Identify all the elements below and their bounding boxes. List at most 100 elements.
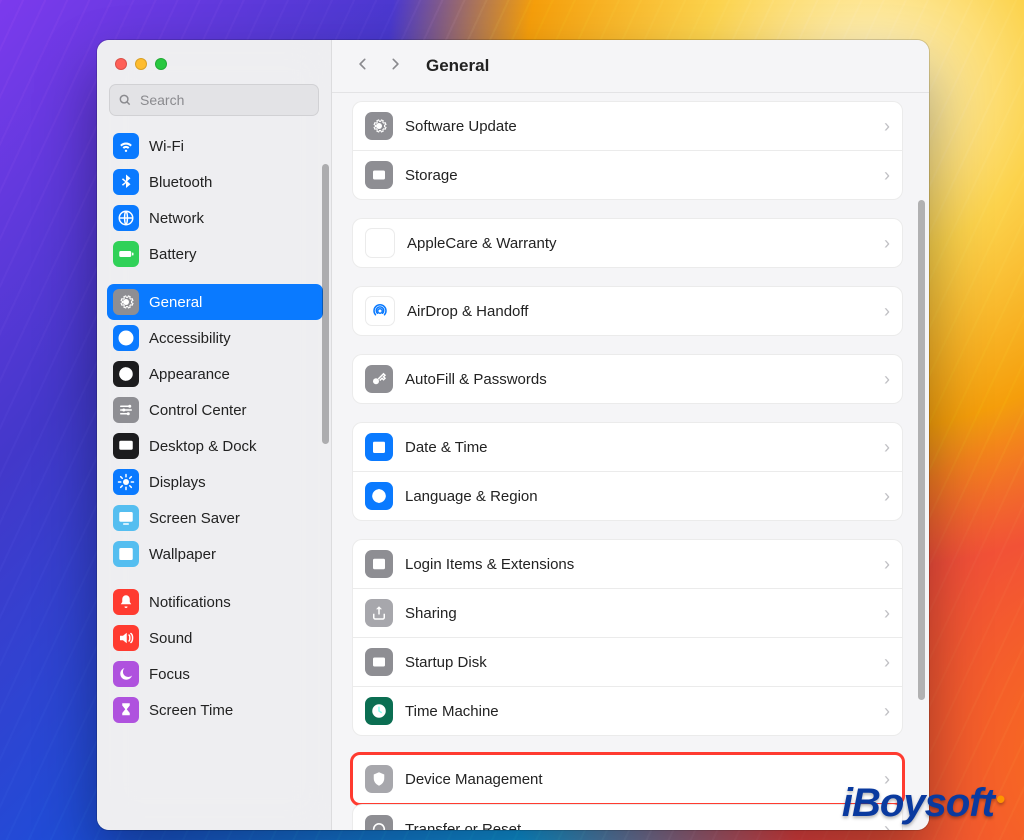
settings-group: AirDrop & Handoff› [352, 286, 903, 336]
sidebar-item-general[interactable]: General [107, 284, 323, 320]
sidebar-item-label: Bluetooth [149, 174, 212, 191]
settings-row-login-items[interactable]: Login Items & Extensions › [353, 540, 902, 588]
chevron-right-icon: › [884, 369, 890, 390]
sidebar-item-label: Battery [149, 246, 197, 263]
chevron-right-icon: › [884, 116, 890, 137]
sidebar-item-accessibility[interactable]: Accessibility [107, 320, 323, 356]
settings-row-label: Startup Disk [405, 654, 872, 671]
chevron-right-icon: › [884, 769, 890, 790]
window-controls [97, 40, 331, 84]
sidebar-item-label: Appearance [149, 366, 230, 383]
settings-row-label: Transfer or Reset [405, 821, 872, 831]
sidebar-item-battery[interactable]: Battery [107, 236, 323, 272]
clock-icon [365, 697, 393, 725]
search-input[interactable] [138, 91, 310, 109]
network-icon [113, 205, 139, 231]
settings-row-label: AirDrop & Handoff [407, 303, 872, 320]
settings-row-label: Device Management [405, 771, 872, 788]
sidebar-item-label: Accessibility [149, 330, 231, 347]
chevron-right-icon: › [884, 233, 890, 254]
settings-row-label: Language & Region [405, 488, 872, 505]
sidebar-item-wifi[interactable]: Wi-Fi [107, 128, 323, 164]
settings-row-label: Login Items & Extensions [405, 556, 872, 573]
sidebar-item-appearance[interactable]: Appearance [107, 356, 323, 392]
disk-icon [365, 648, 393, 676]
settings-group: AppleCare & Warranty› [352, 218, 903, 268]
settings-row-language-region[interactable]: Language & Region › [353, 471, 902, 520]
search-icon [118, 93, 132, 107]
sidebar-item-displays[interactable]: Displays [107, 464, 323, 500]
sidebar-list[interactable]: Wi-Fi Bluetooth Network Battery General Acces… [97, 124, 331, 830]
sidebar-item-screen-time[interactable]: Screen Time [107, 692, 323, 728]
sidebar-item-label: Control Center [149, 402, 247, 419]
battery-icon [113, 241, 139, 267]
sidebar-item-screen-saver[interactable]: Screen Saver [107, 500, 323, 536]
settings-group: Software Update›Storage› [352, 101, 903, 200]
settings-row-transfer-reset[interactable]: Transfer or Reset › [353, 805, 902, 830]
sidebar-item-sound[interactable]: Sound [107, 620, 323, 656]
settings-row-software-update[interactable]: Software Update› [353, 102, 902, 150]
settings-row-device-management[interactable]: Device Management › [353, 755, 902, 803]
minimize-window-button[interactable] [135, 58, 147, 70]
moon-icon [113, 661, 139, 687]
airdrop-icon [365, 296, 395, 326]
sidebar-scrollbar[interactable] [322, 164, 329, 444]
sidebar-item-label: Notifications [149, 594, 231, 611]
settings-group: Transfer or Reset › [352, 804, 903, 830]
settings-row-applecare[interactable]: AppleCare & Warranty› [353, 219, 902, 267]
content-area[interactable]: Software Update›Storage›AppleCare & Warr… [332, 93, 929, 830]
svg-text:20: 20 [375, 446, 383, 453]
sidebar-item-network[interactable]: Network [107, 200, 323, 236]
sidebar: Wi-Fi Bluetooth Network Battery General Acces… [97, 40, 332, 830]
sidebar-divider [107, 272, 323, 284]
bell-icon [113, 589, 139, 615]
system-settings-window: Wi-Fi Bluetooth Network Battery General Acces… [97, 40, 929, 830]
sidebar-item-bluetooth[interactable]: Bluetooth [107, 164, 323, 200]
search-field[interactable] [109, 84, 319, 116]
sliders-icon [113, 397, 139, 423]
settings-row-time-machine[interactable]: Time Machine› [353, 686, 902, 735]
wifi-icon [113, 133, 139, 159]
content-scrollbar[interactable] [918, 200, 925, 700]
sidebar-item-desktop-dock[interactable]: Desktop & Dock [107, 428, 323, 464]
titlebar: General [332, 40, 929, 93]
chevron-right-icon: › [884, 554, 890, 575]
sidebar-item-label: Focus [149, 666, 190, 683]
close-window-button[interactable] [115, 58, 127, 70]
sidebar-item-label: Screen Saver [149, 510, 240, 527]
settings-row-storage[interactable]: Storage› [353, 150, 902, 199]
settings-row-label: Date & Time [405, 439, 872, 456]
chevron-right-icon: › [884, 603, 890, 624]
accessibility-icon [113, 325, 139, 351]
forward-button[interactable] [382, 51, 408, 82]
sidebar-item-label: Displays [149, 474, 206, 491]
hourglass-icon [113, 697, 139, 723]
sharing-icon [365, 599, 393, 627]
sidebar-item-label: Network [149, 210, 204, 227]
settings-group: AutoFill & Passwords› [352, 354, 903, 404]
chevron-right-icon: › [884, 486, 890, 507]
settings-row-sharing[interactable]: Sharing › [353, 588, 902, 637]
sidebar-item-focus[interactable]: Focus [107, 656, 323, 692]
apple-icon [365, 228, 395, 258]
settings-group: Login Items & Extensions › Sharing › Startup… [352, 539, 903, 736]
sidebar-item-wallpaper[interactable]: Wallpaper [107, 536, 323, 572]
settings-row-label: Time Machine [405, 703, 872, 720]
settings-row-date-time[interactable]: 20Date & Time› [353, 423, 902, 471]
settings-row-startup-disk[interactable]: Startup Disk› [353, 637, 902, 686]
list-icon [365, 550, 393, 578]
sidebar-item-control-center[interactable]: Control Center [107, 392, 323, 428]
zoom-window-button[interactable] [155, 58, 167, 70]
settings-row-label: Storage [405, 167, 872, 184]
chevron-right-icon: › [884, 819, 890, 831]
back-button[interactable] [350, 51, 376, 82]
wallpaper-icon [113, 541, 139, 567]
sidebar-item-label: Wi-Fi [149, 138, 184, 155]
settings-row-label: Sharing [405, 605, 872, 622]
settings-row-autofill[interactable]: AutoFill & Passwords› [353, 355, 902, 403]
sidebar-item-notifications[interactable]: Notifications [107, 584, 323, 620]
settings-row-airdrop[interactable]: AirDrop & Handoff› [353, 287, 902, 335]
chevron-left-icon [356, 55, 370, 73]
sidebar-item-label: Desktop & Dock [149, 438, 257, 455]
globe-icon [365, 482, 393, 510]
